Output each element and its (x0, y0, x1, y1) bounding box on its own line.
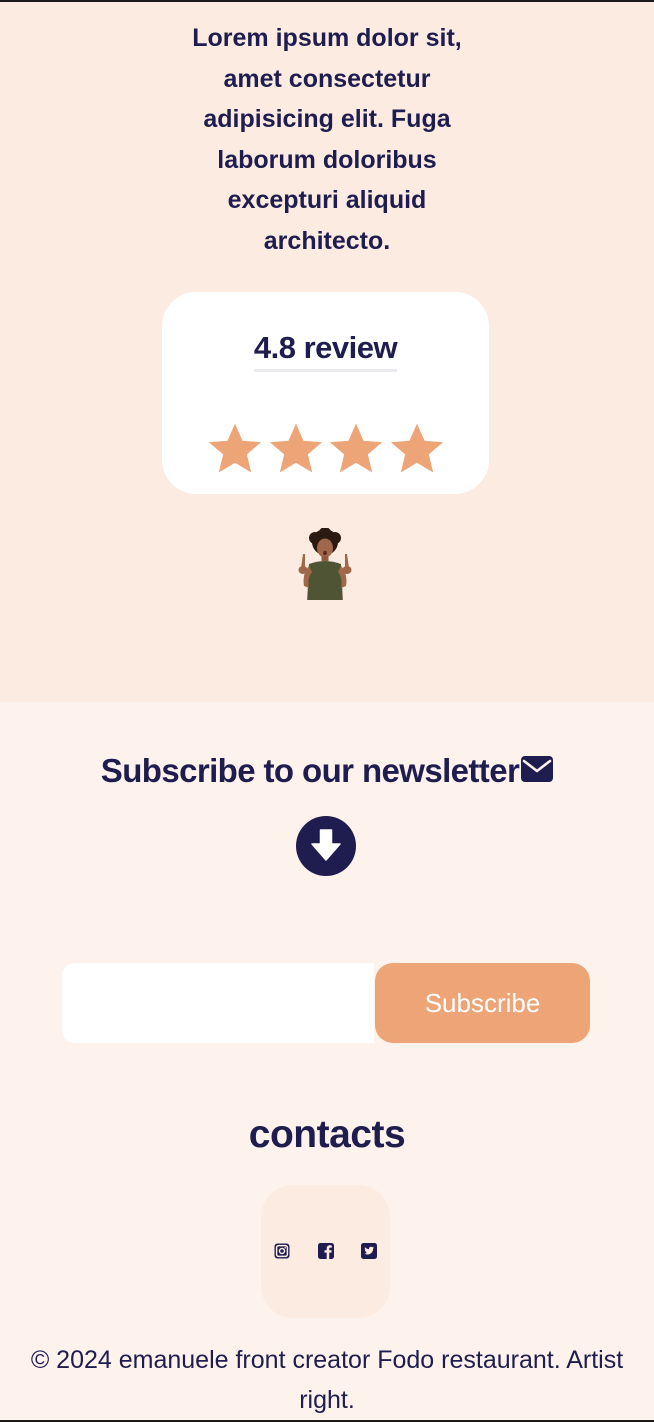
review-title: 4.8 review (253, 330, 398, 372)
wave-divider (0, 600, 654, 688)
star-icon (208, 423, 262, 473)
subscribe-button[interactable]: Subscribe (375, 963, 590, 1043)
twitter-link[interactable] (360, 1242, 378, 1260)
instagram-link[interactable] (273, 1242, 291, 1260)
facebook-icon (318, 1243, 334, 1259)
arrow-down-circle-icon (296, 816, 356, 876)
review-heading: 4.8 review (162, 330, 489, 372)
star-icon (330, 423, 383, 473)
intro-text: Lorem ipsum dolor sit, amet consectetur … (192, 24, 462, 255)
star-icon (269, 423, 322, 473)
envelope-icon (521, 756, 554, 783)
person-pointing-up-avatar (298, 528, 352, 606)
newsletter-title: Subscribe to our newsletter (100, 752, 520, 789)
star-rating (206, 420, 446, 480)
hero-section: Lorem ipsum dolor sit, amet consectetur … (0, 2, 654, 702)
twitter-icon (361, 1243, 377, 1259)
newsletter-heading: Subscribe to our newsletter (0, 752, 654, 790)
review-card: 4.8 review (162, 292, 489, 494)
copyright-text: © 2024 emanuele front creator Fodo resta… (30, 1346, 624, 1414)
star-icon (390, 423, 444, 473)
social-links (261, 1185, 390, 1318)
instagram-icon (274, 1243, 290, 1259)
contacts-title: contacts (248, 1113, 406, 1156)
email-input[interactable] (62, 963, 374, 1043)
facebook-link[interactable] (317, 1242, 335, 1260)
